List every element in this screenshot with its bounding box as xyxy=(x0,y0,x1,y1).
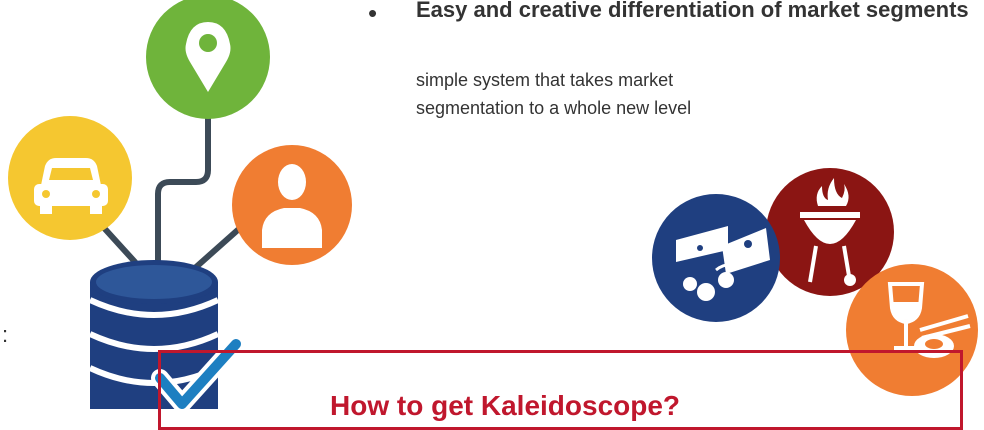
cheese-olives-icon xyxy=(652,194,780,322)
stray-text: : xyxy=(2,322,9,347)
bullet-title: Easy and creative differentiation of mar… xyxy=(416,0,969,22)
illustration xyxy=(8,0,978,409)
bullet-description: simple system that takes market segmenta… xyxy=(416,70,692,118)
location-pin-icon xyxy=(146,0,270,119)
person-icon xyxy=(232,145,352,265)
bullet-marker: • xyxy=(368,0,378,28)
cta-heading[interactable]: How to get Kaleidoscope? xyxy=(330,390,680,422)
car-icon xyxy=(8,116,132,240)
